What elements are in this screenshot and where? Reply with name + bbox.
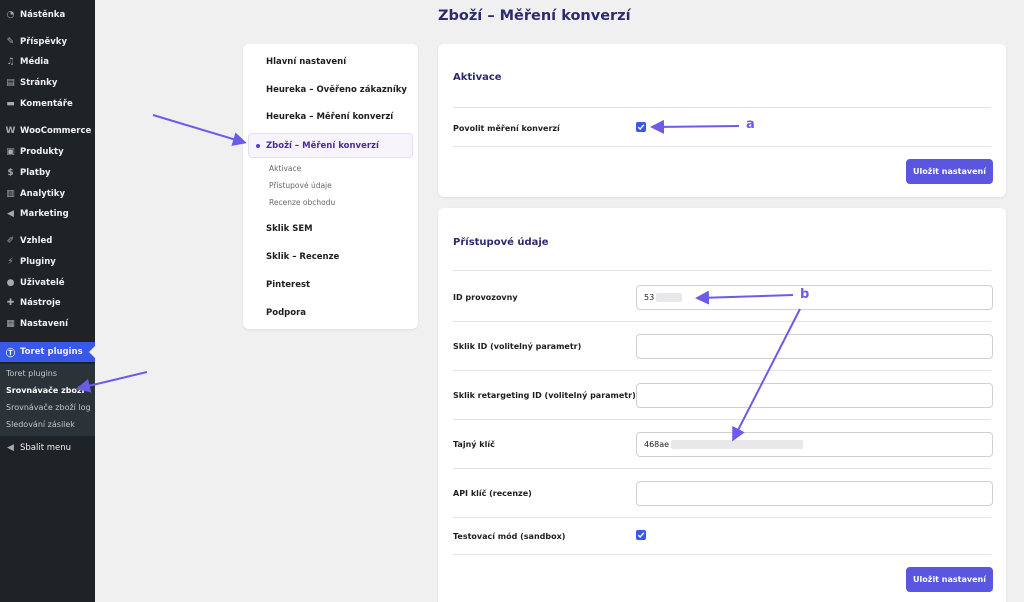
plugins-icon: ⚡ [7, 257, 14, 267]
submenu-srovnavace-zbozi[interactable]: Srovnávače zboží [6, 386, 84, 395]
woocommerce-icon: W [5, 126, 16, 136]
menu-item-media[interactable]: ♫ Média [0, 52, 95, 72]
products-icon: ▣ [6, 147, 15, 157]
divider [453, 107, 991, 108]
nav-item-sklik-reviews[interactable]: Sklik – Recenze [266, 252, 339, 262]
submenu-srovnavace-log[interactable]: Srovnávače zboží log [6, 403, 91, 412]
api-key-label: API klíč (recenze) [453, 489, 532, 498]
divider [453, 419, 991, 420]
analytics-icon: ▥ [6, 189, 15, 199]
admin-sidebar: ◔ Nástěnka ✎ Příspěvky ♫ Média ▤ Stránky ▬ Ko… [0, 0, 95, 602]
menu-item-posts[interactable]: ✎ Příspěvky [0, 32, 95, 52]
enable-conversion-checkbox[interactable] [636, 122, 646, 132]
nav-subitem-reviews[interactable]: Recenze obchodu [269, 198, 335, 207]
payments-icon: $ [7, 168, 14, 178]
collapse-menu-button[interactable]: ◀ Sbalit menu [0, 438, 95, 458]
plugin-nav: Hlavní nastavení Heureka – Ověřeno zákaz… [243, 44, 418, 329]
access-card: Přístupové údaje ID provozovny 53 Sklik … [438, 208, 1006, 602]
divider [453, 270, 991, 271]
menu-item-woocommerce[interactable]: W WooCommerce [0, 121, 95, 141]
nav-item-pinterest[interactable]: Pinterest [266, 280, 310, 290]
blurred-value [671, 440, 804, 449]
menu-item-dashboard[interactable]: ◔ Nástěnka [0, 5, 95, 25]
shop-id-label: ID provozovny [453, 293, 518, 302]
tools-icon: ✚ [6, 298, 15, 308]
annotation-b: b [800, 287, 810, 302]
save-access-button[interactable]: Uložit nastavení [906, 567, 993, 592]
pin-icon: ✎ [6, 37, 15, 47]
activation-title: Aktivace [453, 72, 502, 83]
menu-item-toret-plugins[interactable]: Ⓣ Toret plugins [0, 342, 95, 362]
menu-item-payments[interactable]: $ Platby [0, 163, 95, 183]
save-activation-button[interactable]: Uložit nastavení [906, 159, 993, 184]
menu-item-marketing[interactable]: ◀ Marketing [0, 204, 95, 224]
menu-item-pages[interactable]: ▤ Stránky [0, 73, 95, 93]
dashboard-icon: ◔ [6, 10, 15, 20]
sklik-retargeting-input[interactable] [636, 383, 993, 408]
divider [453, 554, 991, 555]
activation-card: Aktivace Povolit měření konverzí Uložit … [438, 44, 1006, 197]
divider [453, 468, 991, 469]
comments-icon: ▬ [6, 99, 15, 109]
arrow-to-nav [152, 114, 247, 146]
shop-id-input[interactable]: 53 [636, 285, 993, 310]
marketing-icon: ◀ [7, 209, 14, 219]
nav-item-heureka-verified[interactable]: Heureka – Ověřeno zákazníky [266, 85, 407, 95]
sklik-id-input[interactable] [636, 334, 993, 359]
menu-item-analytics[interactable]: ▥ Analytiky [0, 184, 95, 204]
divider [453, 370, 991, 371]
menu-item-plugins[interactable]: ⚡ Pluginy [0, 252, 95, 272]
divider [453, 517, 991, 518]
enable-conversion-label: Povolit měření konverzí [453, 124, 560, 133]
nav-item-sklik-sem[interactable]: Sklik SEM [266, 224, 313, 234]
sklik-id-label: Sklik ID (volitelný parametr) [453, 342, 582, 351]
toret-icon: Ⓣ [5, 348, 15, 359]
api-key-input[interactable] [636, 481, 993, 506]
check-icon [637, 124, 645, 131]
sandbox-checkbox[interactable] [636, 530, 646, 540]
toret-submenu: Toret plugins Srovnávače zboží Srovnávač… [0, 364, 95, 436]
settings-icon: ▦ [6, 319, 15, 329]
menu-item-products[interactable]: ▣ Produkty [0, 142, 95, 162]
menu-item-settings[interactable]: ▦ Nastavení [0, 314, 95, 334]
menu-item-users[interactable]: ● Uživatelé [0, 273, 95, 293]
submenu-sledovani-zasilek[interactable]: Sledování zásilek [6, 420, 75, 429]
nav-item-main-settings[interactable]: Hlavní nastavení [266, 57, 346, 67]
annotation-a: a [746, 117, 755, 132]
secret-key-label: Tajný klíč [453, 440, 495, 449]
nav-item-heureka-conversion[interactable]: Heureka – Měření konverzí [266, 112, 393, 122]
nav-subitem-activation[interactable]: Aktivace [269, 164, 301, 173]
users-icon: ● [6, 278, 15, 288]
menu-item-tools[interactable]: ✚ Nástroje [0, 293, 95, 313]
access-title: Přístupové údaje [453, 237, 549, 248]
divider [453, 321, 991, 322]
menu-item-appearance[interactable]: ✐ Vzhled [0, 231, 95, 251]
nav-item-support[interactable]: Podpora [266, 308, 306, 318]
submenu-toret-plugins[interactable]: Toret plugins [6, 369, 57, 378]
blurred-value [656, 293, 683, 302]
menu-item-comments[interactable]: ▬ Komentáře [0, 94, 95, 114]
page-title: Zboží – Měření konverzí [438, 8, 631, 24]
secret-key-input[interactable]: 468ae [636, 432, 993, 457]
active-dot-icon [256, 144, 260, 148]
collapse-icon: ◀ [7, 443, 14, 453]
check-icon [637, 532, 645, 539]
media-icon: ♫ [6, 57, 15, 67]
divider [453, 146, 991, 147]
sandbox-label: Testovací mód (sandbox) [453, 532, 566, 541]
sklik-retargeting-label: Sklik retargeting ID (volitelný parametr… [453, 391, 636, 400]
appearance-icon: ✐ [6, 236, 15, 246]
nav-item-zbozi-conversion[interactable]: Zboží – Měření konverzí [248, 133, 413, 158]
nav-subitem-access[interactable]: Přístupové údaje [269, 181, 332, 190]
pages-icon: ▤ [6, 78, 15, 88]
